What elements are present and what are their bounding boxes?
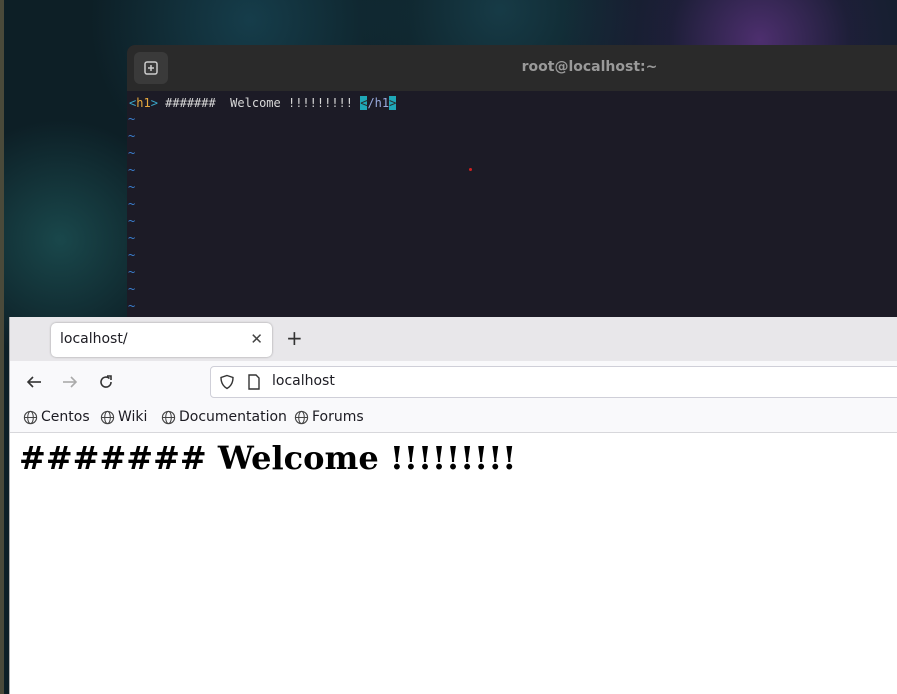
- bookmark-documentation[interactable]: Documentation: [161, 409, 287, 425]
- bookmark-label: Forums: [312, 409, 364, 425]
- page-heading: ####### Welcome !!!!!!!!!: [19, 439, 517, 477]
- globe-icon: [100, 410, 115, 424]
- cursor-match-close: >: [389, 96, 397, 110]
- screen-edge: [0, 0, 4, 694]
- terminal-editor[interactable]: <h1> ####### Welcome !!!!!!!!! </h1> ~ ~…: [127, 92, 897, 325]
- url-bar[interactable]: localhost: [210, 366, 897, 398]
- back-arrow-icon: [26, 376, 41, 388]
- forward-arrow-icon: [63, 376, 78, 388]
- terminal-title: root@localhost:~: [521, 59, 658, 75]
- navigation-toolbar: localhost: [10, 361, 897, 404]
- globe-icon: [294, 410, 309, 424]
- bookmark-forums[interactable]: Forums: [294, 409, 364, 425]
- tab-strip: localhost/ ✕ +: [10, 317, 897, 361]
- page-icon: [248, 374, 260, 390]
- tab-title: localhost/: [60, 331, 128, 347]
- back-button[interactable]: [24, 372, 44, 392]
- globe-icon: [23, 410, 38, 424]
- empty-line-markers: ~ ~ ~ ~ ~ ~ ~ ~ ~ ~ ~ ~: [128, 112, 136, 313]
- code-open-tag: h1: [136, 96, 151, 110]
- bookmark-label: Documentation: [179, 409, 287, 425]
- terminal-titlebar[interactable]: root@localhost:~: [127, 45, 897, 91]
- bookmark-centos[interactable]: Centos: [23, 409, 90, 425]
- close-tab-icon[interactable]: ✕: [250, 330, 263, 348]
- code-text: ####### Welcome !!!!!!!!!: [157, 96, 361, 110]
- reload-icon: [100, 375, 112, 388]
- code-close-tag: /h1: [367, 96, 390, 110]
- bookmarks-toolbar: Centos Wiki Documentation Forums: [10, 404, 897, 433]
- bookmark-label: Wiki: [118, 409, 148, 425]
- editor-line: <h1> ####### Welcome !!!!!!!!! </h1>: [129, 95, 397, 112]
- shield-icon: [220, 374, 234, 390]
- url-text: localhost: [272, 373, 335, 389]
- terminal-window[interactable]: root@localhost:~ <h1> ####### Welcome !!…: [127, 45, 897, 325]
- new-tab-button[interactable]: +: [286, 327, 303, 349]
- browser-window[interactable]: localhost/ ✕ + localhost Centos Wiki Doc…: [9, 317, 897, 694]
- reload-button[interactable]: [96, 372, 116, 392]
- tab-localhost[interactable]: localhost/ ✕: [51, 323, 272, 357]
- mouse-pointer-dot: [469, 168, 472, 171]
- globe-icon: [161, 410, 176, 424]
- bookmark-label: Centos: [41, 409, 90, 425]
- bookmark-wiki[interactable]: Wiki: [100, 409, 147, 425]
- forward-button[interactable]: [60, 372, 80, 392]
- code-close-bracket: >: [150, 96, 158, 110]
